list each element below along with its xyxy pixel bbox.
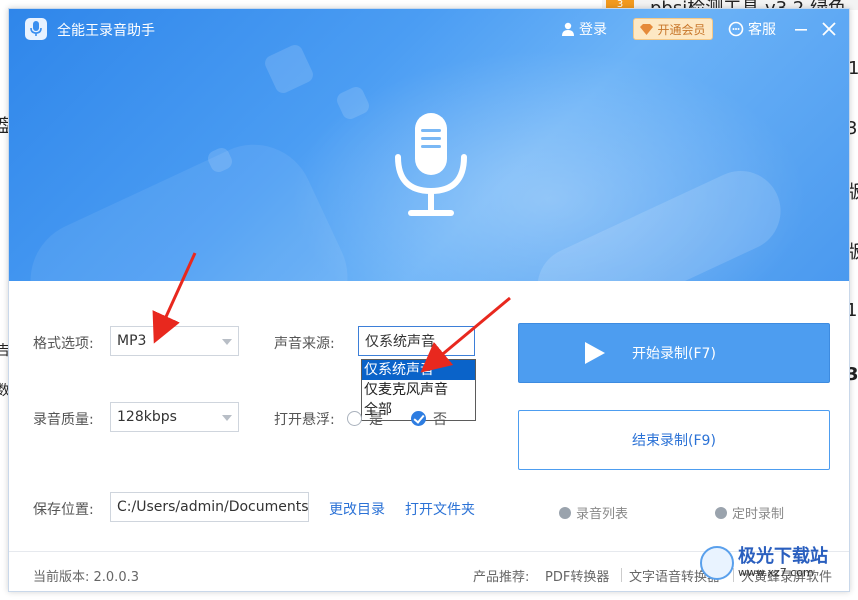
microphone-icon <box>395 113 467 216</box>
float-no-label: 否 <box>433 412 447 428</box>
dropdown-option[interactable]: 仅系统声音 <box>362 360 475 380</box>
format-value: MP3 <box>117 333 147 349</box>
login-label: 登录 <box>579 22 607 38</box>
watermark-logo-icon <box>700 546 734 580</box>
start-record-button[interactable]: 开始录制(F7) <box>518 323 830 383</box>
format-select[interactable]: MP3 <box>110 326 239 356</box>
quality-select[interactable]: 128kbps <box>110 402 239 432</box>
minimize-button[interactable] <box>789 17 813 41</box>
change-dir-link[interactable]: 更改目录 <box>329 499 385 519</box>
minimize-icon <box>795 29 807 31</box>
footer-divider <box>621 568 622 582</box>
service-button[interactable]: 客服 <box>728 19 776 39</box>
version-text: 当前版本: 2.0.0.3 <box>33 570 139 585</box>
save-label: 保存位置: <box>33 502 94 518</box>
banner: 全能王录音助手 登录 开通会员 客服 <box>9 9 849 281</box>
float-label: 打开悬浮: <box>274 412 335 428</box>
dropdown-option[interactable]: 仅麦克风声音 <box>362 380 475 400</box>
app-window: 全能王录音助手 登录 开通会员 客服 格式选项: MP3 声音来源: 仅系统声音… <box>8 8 850 592</box>
vip-button[interactable]: 开通会员 <box>633 18 713 40</box>
source-label: 声音来源: <box>274 336 335 352</box>
stop-record-label: 结束录制(F9) <box>632 433 716 449</box>
save-path-value: C:/Users/admin/Documents/3 <box>117 499 309 515</box>
app-logo-icon <box>25 18 47 40</box>
watermark-sub: www.xz7.com <box>738 566 814 579</box>
recommend-pdf-link[interactable]: PDF转换器 <box>545 566 609 585</box>
banner-shape <box>262 42 316 96</box>
float-no-radio[interactable] <box>411 411 426 426</box>
record-list-label: 录音列表 <box>576 507 629 522</box>
source-select[interactable]: 仅系统声音 <box>358 326 475 356</box>
list-icon <box>559 506 571 519</box>
recommend-label: 产品推荐: <box>473 570 530 585</box>
chevron-down-icon <box>222 339 232 345</box>
float-yes-label: 是 <box>369 412 383 428</box>
quality-value: 128kbps <box>117 409 177 425</box>
stop-record-button[interactable]: 结束录制(F9) <box>518 410 830 470</box>
close-button[interactable] <box>817 17 841 41</box>
login-button[interactable]: 登录 <box>561 19 607 39</box>
start-record-label: 开始录制(F7) <box>632 346 716 362</box>
watermark-text: 极光下载站 www.xz7.com <box>738 547 828 579</box>
source-value: 仅系统声音 <box>365 334 435 350</box>
vip-label: 开通会员 <box>657 22 706 37</box>
watermark-title: 极光下载站 <box>738 546 828 567</box>
play-icon <box>585 342 605 364</box>
diamond-icon <box>640 23 654 35</box>
timer-record-label: 定时录制 <box>732 507 785 522</box>
service-label: 客服 <box>748 22 776 38</box>
title-bar: 全能王录音助手 登录 开通会员 客服 <box>9 9 849 49</box>
format-label: 格式选项: <box>33 336 94 352</box>
clock-icon <box>715 506 727 519</box>
record-list-link[interactable]: 录音列表 <box>559 503 628 522</box>
quality-label: 录音质量: <box>33 412 94 428</box>
watermark: 极光下载站 www.xz7.com <box>700 546 828 580</box>
save-path-input[interactable]: C:/Users/admin/Documents/3 <box>110 492 309 522</box>
open-folder-link[interactable]: 打开文件夹 <box>405 499 475 519</box>
timer-record-link[interactable]: 定时录制 <box>715 503 784 522</box>
app-title: 全能王录音助手 <box>57 23 155 39</box>
chevron-down-icon <box>222 415 232 421</box>
user-icon <box>562 22 574 36</box>
float-yes-radio[interactable] <box>347 411 362 426</box>
headset-icon <box>728 21 744 37</box>
close-icon <box>822 22 836 36</box>
